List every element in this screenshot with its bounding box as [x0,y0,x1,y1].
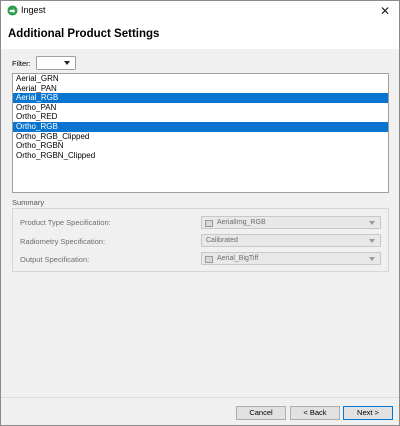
app-icon [7,5,18,16]
list-item[interactable]: Ortho_RGBN_Clipped [13,151,388,161]
close-button[interactable]: ✕ [371,1,399,21]
chevron-down-icon [64,61,70,65]
spec-icon [205,255,213,263]
list-item[interactable]: Ortho_RED [13,112,388,122]
chevron-down-icon [369,239,375,243]
list-item[interactable]: Aerial_RGB [13,93,388,103]
title-bar: Ingest ✕ [1,1,399,21]
ingest-dialog: Ingest ✕ Additional Product Settings Fil… [0,0,400,426]
next-button[interactable]: Next > [343,406,393,420]
filter-dropdown[interactable] [36,56,76,70]
radiometry-spec-label: Radiometry Specification: [20,237,106,246]
list-item[interactable]: Aerial_GRN [13,74,388,84]
output-spec-label: Output Specification: [20,255,90,264]
spec-icon [205,219,213,227]
list-item[interactable]: Ortho_RGB_Clipped [13,132,388,142]
back-button[interactable]: < Back [290,406,340,420]
product-list[interactable]: Aerial_GRN Aerial_PAN Aerial_RGB Ortho_PAN O… [12,73,389,193]
list-item[interactable]: Ortho_RGBN [13,141,388,151]
window-title: Ingest [21,5,46,15]
product-type-spec-label: Product Type Specification: [20,218,111,227]
list-item[interactable]: Ortho_PAN [13,103,388,113]
chevron-down-icon [369,221,375,225]
output-spec-value: Aerial_BigTiff [217,255,259,262]
filter-label: Filter: [12,59,31,68]
radiometry-spec-dropdown[interactable]: Calibrated [201,234,381,247]
output-spec-dropdown[interactable]: Aerial_BigTiff [201,252,381,265]
cancel-button[interactable]: Cancel [236,406,286,420]
list-item[interactable]: Aerial_PAN [13,84,388,94]
product-type-spec-value: AerialImg_RGB [217,219,266,226]
summary-label: Summary [12,198,45,207]
page-heading: Additional Product Settings [8,28,160,40]
close-icon: ✕ [379,4,391,18]
product-type-spec-dropdown[interactable]: AerialImg_RGB [201,216,381,229]
chevron-down-icon [369,257,375,261]
radiometry-spec-value: Calibrated [206,237,238,244]
list-item[interactable]: Ortho_RGB [13,121,388,132]
